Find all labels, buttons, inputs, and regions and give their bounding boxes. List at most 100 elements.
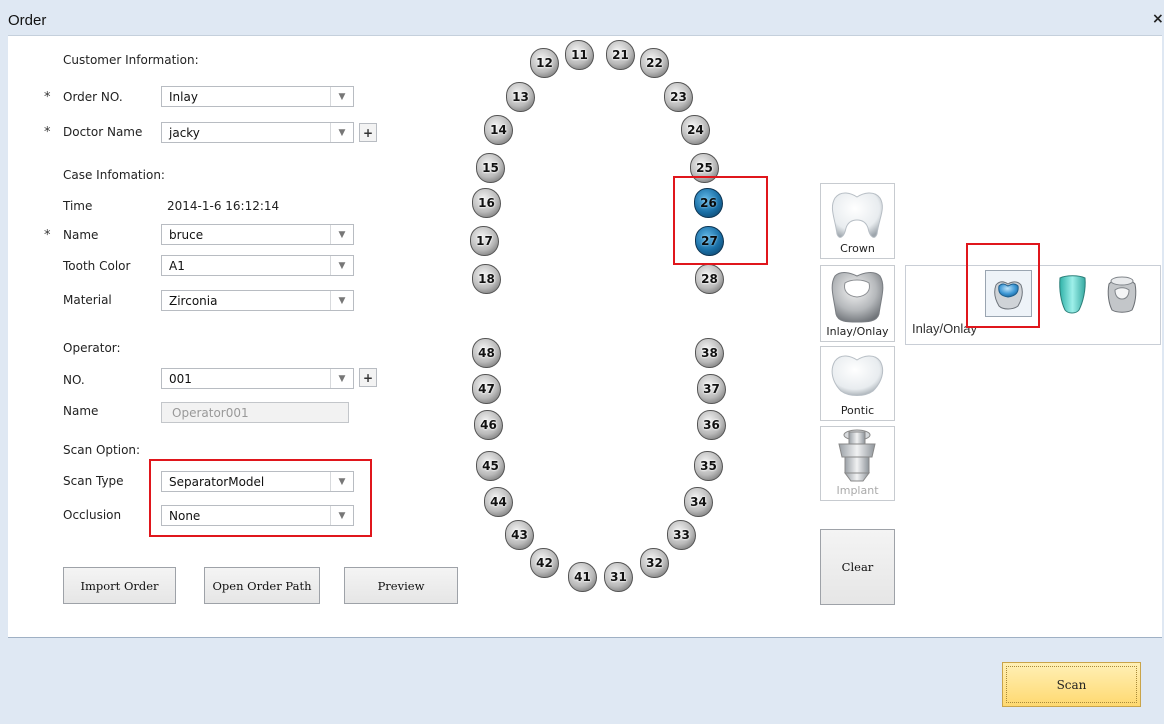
tooth-number: 23 [670,90,687,104]
veneer-option[interactable] [1052,272,1092,316]
tooth-42[interactable]: 42 [530,548,559,578]
chevron-down-icon[interactable]: ▼ [330,256,353,275]
add-doctor-button[interactable]: + [359,123,377,142]
tooth-46[interactable]: 46 [474,410,503,440]
operator-no-select[interactable]: 001 ▼ [161,368,354,389]
import-order-button[interactable]: Import Order [63,567,176,604]
patient-name-label: Name [63,228,99,242]
order-no-select[interactable]: Inlay ▼ [161,86,354,107]
tooth-28[interactable]: 28 [695,264,724,294]
chevron-down-icon[interactable]: ▼ [330,123,353,142]
operator-name-label: Name [63,404,99,418]
patient-name-value: bruce [169,228,204,242]
tooth-43[interactable]: 43 [505,520,534,550]
scan-option-highlight [149,459,372,537]
required-marker: * [44,90,51,105]
tooth-37[interactable]: 37 [697,374,726,404]
window-title: Order [8,12,47,29]
operator-heading: Operator: [63,341,121,355]
material-value: Zirconia [169,294,218,308]
tooth-15[interactable]: 15 [476,153,505,183]
tooth-35[interactable]: 35 [694,451,723,481]
tooth-number: 12 [536,56,553,70]
close-icon[interactable]: × [1152,11,1164,27]
tooth-number: 36 [703,418,720,432]
tooth-number: 43 [511,528,528,542]
doctor-name-select[interactable]: jacky ▼ [161,122,354,143]
tooth-31[interactable]: 31 [604,562,633,592]
tooth-32[interactable]: 32 [640,548,669,578]
tooth-45[interactable]: 45 [476,451,505,481]
tooth-13[interactable]: 13 [506,82,535,112]
veneer-icon [1059,275,1086,314]
tooth-12[interactable]: 12 [530,48,559,78]
tooth-47[interactable]: 47 [472,374,501,404]
tooth-16[interactable]: 16 [472,188,501,218]
operator-no-label: NO. [63,373,85,387]
onlay-icon [1107,276,1137,313]
customer-info-heading: Customer Information: [63,53,199,67]
chevron-down-icon[interactable]: ▼ [330,87,353,106]
tooth-41[interactable]: 41 [568,562,597,592]
crown-icon [831,192,883,238]
chevron-down-icon[interactable]: ▼ [330,225,353,244]
chevron-down-icon[interactable]: ▼ [330,291,353,310]
tooth-number: 28 [701,272,718,286]
preview-button[interactable]: Preview [344,567,458,604]
add-operator-button[interactable]: + [359,368,377,387]
operator-no-value: 001 [169,372,192,386]
tooth-number: 41 [574,570,591,584]
inlay-onlay-tile[interactable]: Inlay/Onlay [820,265,895,342]
tooth-38[interactable]: 38 [695,338,724,368]
onlay-option[interactable] [1102,272,1142,316]
implant-tile[interactable]: Implant [820,426,895,501]
tooth-21[interactable]: 21 [606,40,635,70]
case-info-heading: Case Infomation: [63,168,165,182]
tooth-11[interactable]: 11 [565,40,594,70]
tooth-24[interactable]: 24 [681,115,710,145]
inlay-option-highlight [966,243,1040,328]
doctor-name-label: Doctor Name [63,125,143,139]
tooth-17[interactable]: 17 [470,226,499,256]
chevron-down-icon[interactable]: ▼ [330,369,353,388]
tooth-number: 21 [612,48,629,62]
tooth-14[interactable]: 14 [484,115,513,145]
tooth-23[interactable]: 23 [664,82,693,112]
tooth-number: 25 [696,161,713,175]
doctor-name-value: jacky [169,126,200,140]
tooth-48[interactable]: 48 [472,338,501,368]
pontic-tile[interactable]: Pontic [820,346,895,421]
pontic-icon [831,355,884,396]
tooth-number: 48 [478,346,495,360]
pontic-label: Pontic [840,404,875,417]
tooth-number: 16 [478,196,495,210]
tooth-color-value: A1 [169,259,185,273]
scan-option-heading: Scan Option: [63,443,141,457]
operator-name-field[interactable]: Operator001 [161,402,349,423]
tooth-36[interactable]: 36 [697,410,726,440]
tooth-number: 45 [482,459,499,473]
tooth-44[interactable]: 44 [484,487,513,517]
tooth-34[interactable]: 34 [684,487,713,517]
scan-button[interactable]: Scan [1002,662,1141,707]
tooth-color-select[interactable]: A1 ▼ [161,255,354,276]
implant-icon [838,429,876,482]
crown-tile[interactable]: Crown [820,183,895,259]
material-select[interactable]: Zirconia ▼ [161,290,354,311]
tooth-33[interactable]: 33 [667,520,696,550]
open-order-path-button[interactable]: Open Order Path [204,567,320,604]
time-value: 2014-1-6 16:12:14 [167,199,280,213]
inlay-onlay-label: Inlay/Onlay [826,325,889,338]
tooth-number: 38 [701,346,718,360]
tooth-number: 47 [478,382,495,396]
tooth-22[interactable]: 22 [640,48,669,78]
order-no-label: Order NO. [63,90,123,104]
tooth-number: 22 [646,56,663,70]
tooth-number: 15 [482,161,499,175]
time-label: Time [63,199,93,213]
tooth-18[interactable]: 18 [472,264,501,294]
tooth-number: 37 [703,382,720,396]
patient-name-select[interactable]: bruce ▼ [161,224,354,245]
clear-button[interactable]: Clear [820,529,895,605]
scan-type-label: Scan Type [63,474,124,488]
